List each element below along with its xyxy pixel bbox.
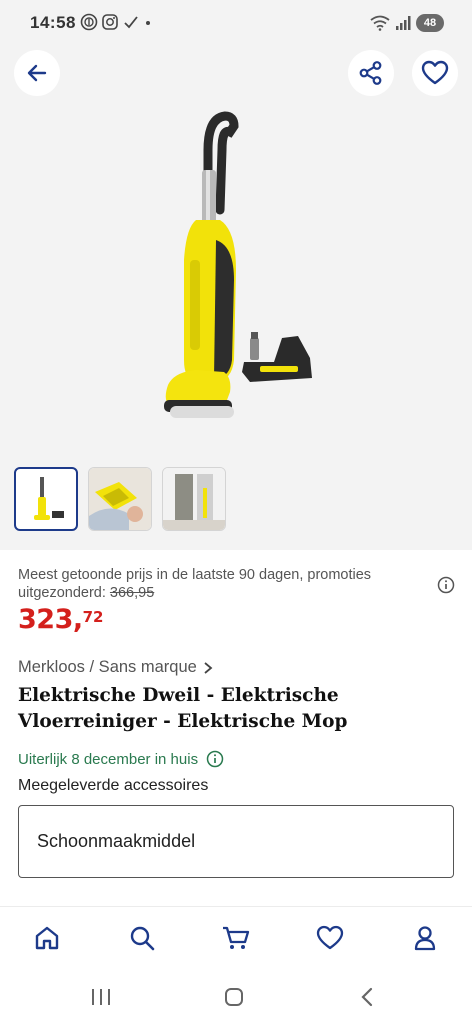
share-button[interactable]	[348, 50, 394, 96]
share-icon	[359, 61, 382, 85]
price: 323, 72	[18, 604, 104, 636]
instagram-notification-icon	[102, 14, 118, 30]
check-notification-icon	[124, 16, 138, 29]
heart-icon	[316, 925, 344, 950]
brand-name: Merkloos / Sans marque	[18, 658, 197, 676]
product-title: Elektrische Dweil - Elektrische Vloerrei…	[18, 685, 348, 732]
accessories-option[interactable]: Schoonmaakmiddel	[18, 805, 454, 878]
search-icon	[130, 926, 155, 951]
delivery-info: Uiterlijk 8 december in huis	[18, 750, 224, 768]
reference-price: 366,95	[109, 585, 155, 601]
recent-apps-icon	[92, 989, 110, 1005]
status-time: 14:58	[30, 13, 76, 32]
cart-icon	[223, 926, 250, 949]
price-note: Meest getoonde prijs in de laatste 90 da…	[18, 566, 418, 602]
home-square-icon	[225, 988, 243, 1006]
delivery-text: Uiterlijk 8 december in huis	[18, 750, 199, 768]
account-icon	[414, 926, 436, 951]
chevron-left-icon	[361, 987, 373, 1007]
nav-favorites[interactable]	[313, 921, 347, 955]
nav-cart[interactable]	[219, 921, 253, 955]
price-info-button[interactable]	[436, 575, 456, 595]
thumbnail-1[interactable]	[14, 467, 78, 531]
battery-icon: 48	[416, 14, 444, 32]
price-decimal: 72	[82, 608, 104, 626]
notification-icons	[80, 13, 153, 31]
heart-icon	[421, 60, 449, 85]
accessories-value: Schoonmaakmiddel	[37, 831, 196, 851]
price-note-text: Meest getoonde prijs in de laatste 90 da…	[18, 567, 372, 601]
recent-apps-button[interactable]	[86, 982, 116, 1012]
back-system-button[interactable]	[352, 982, 382, 1012]
wifi-icon	[370, 15, 390, 31]
thumbnail-usage-image	[89, 468, 151, 530]
signal-icon	[396, 16, 411, 30]
system-navigation-bar	[0, 968, 472, 1024]
product-image	[164, 111, 312, 418]
thumbnail-room-image	[163, 468, 225, 530]
thumbnail-strip	[14, 467, 226, 531]
favorite-button[interactable]	[412, 50, 458, 96]
brand-link[interactable]: Merkloos / Sans marque	[18, 658, 213, 677]
nav-search[interactable]	[125, 921, 159, 955]
thumbnail-2[interactable]	[88, 467, 152, 531]
dot-notification-icon	[146, 21, 150, 25]
status-bar: 14:58 48	[0, 0, 472, 40]
nav-account[interactable]	[408, 921, 442, 955]
thumbnail-3[interactable]	[162, 467, 226, 531]
product-image-gallery[interactable]	[0, 40, 472, 550]
delivery-info-icon[interactable]	[206, 750, 224, 768]
price-integer: 323,	[18, 604, 83, 635]
home-system-button[interactable]	[219, 982, 249, 1012]
fingerprint-notification-icon	[80, 13, 98, 31]
bottom-navigation	[0, 906, 472, 968]
info-icon	[437, 576, 455, 594]
back-button[interactable]	[14, 50, 60, 96]
arrow-left-icon	[27, 64, 47, 82]
chevron-right-icon	[204, 661, 213, 674]
system-status-icons: 48	[370, 13, 444, 33]
home-icon	[35, 926, 59, 950]
nav-home[interactable]	[30, 921, 64, 955]
accessories-label: Meegeleverde accessoires	[18, 777, 209, 794]
thumbnail-mop-image	[34, 477, 64, 520]
